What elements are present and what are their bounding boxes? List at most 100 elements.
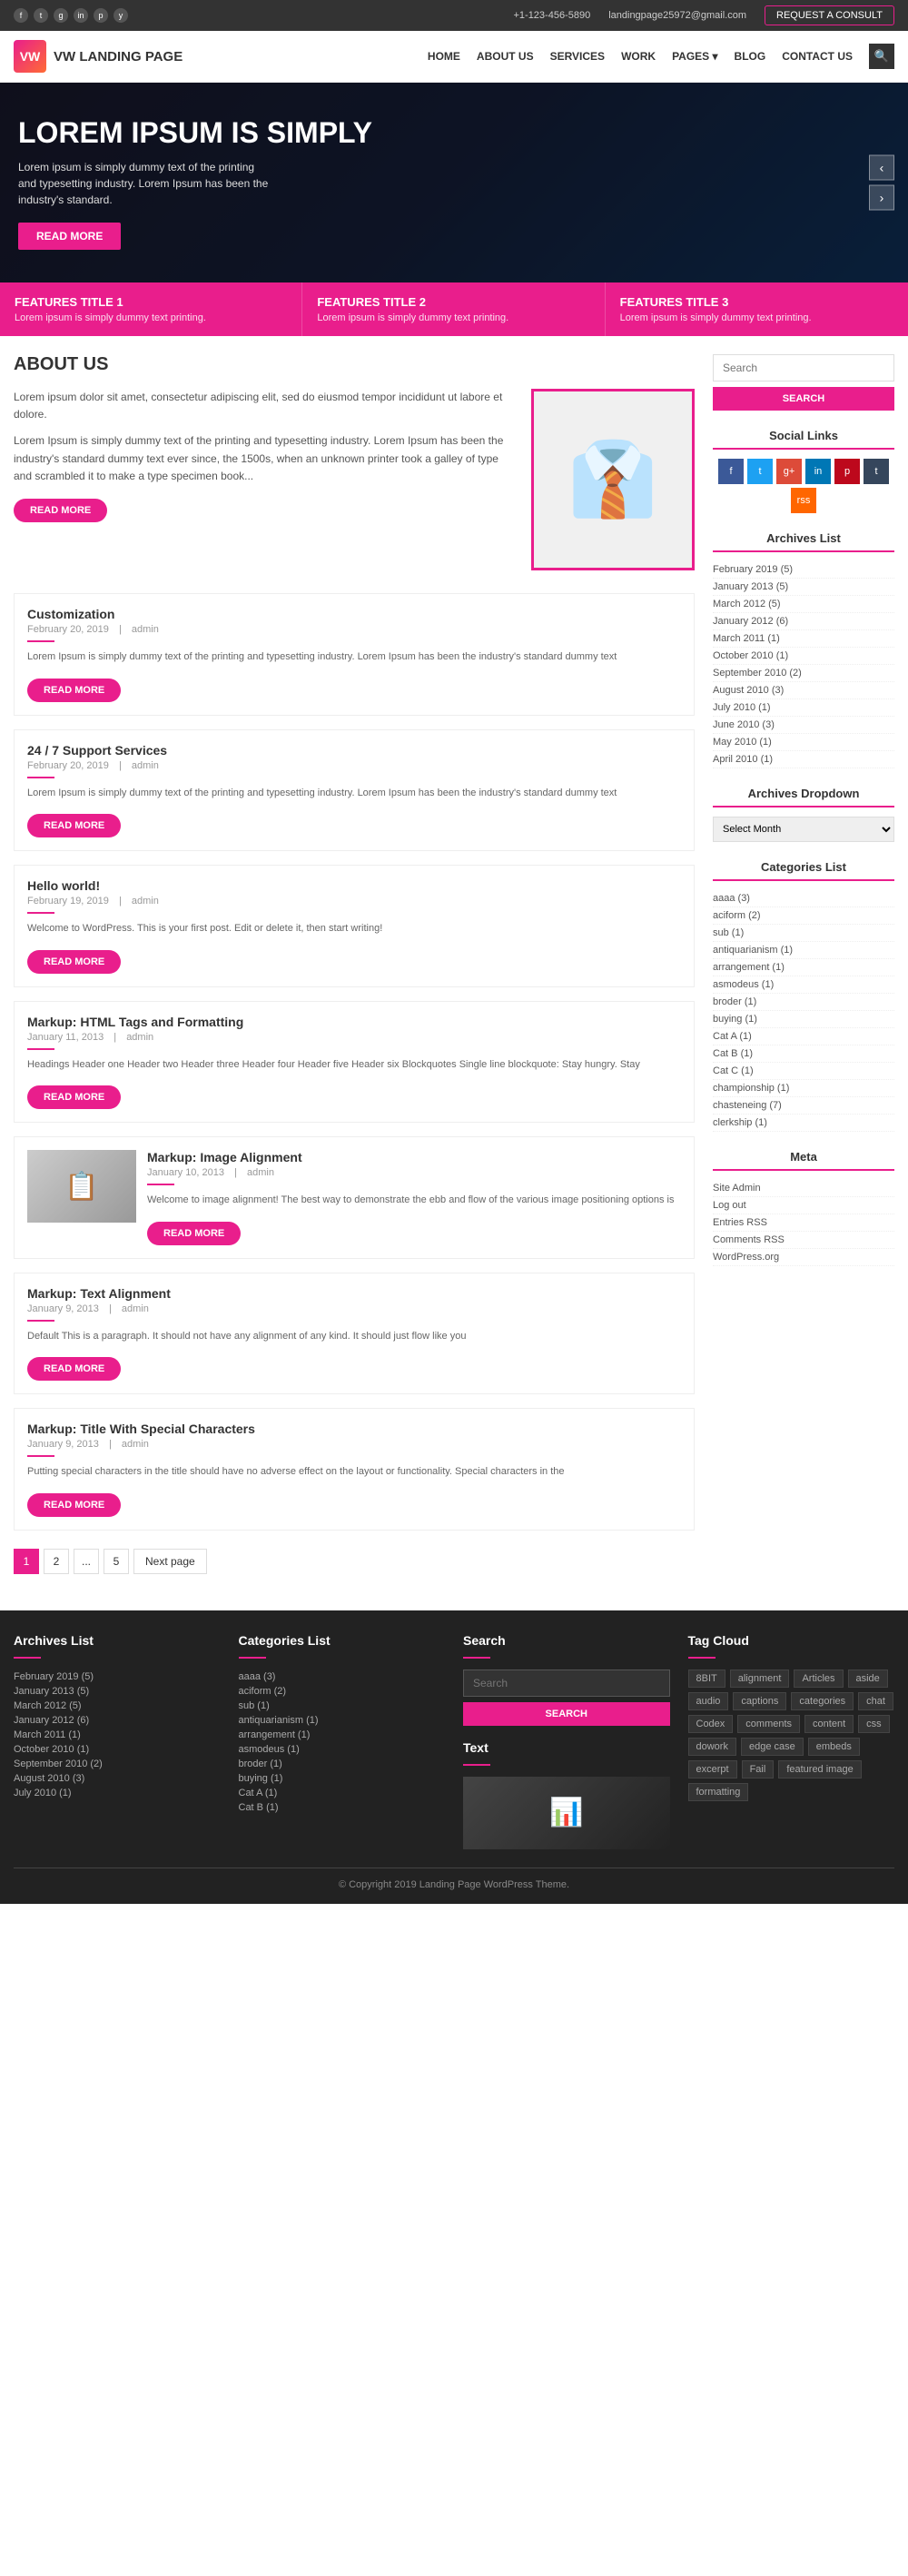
page-next-btn[interactable]: Next page [133, 1549, 207, 1574]
features-bar: FEATURES TITLE 1 Lorem ipsum is simply d… [0, 282, 908, 336]
sidebar-pinterest-icon[interactable]: p [834, 459, 860, 484]
sidebar-twitter-icon[interactable]: t [747, 459, 773, 484]
cat-link-5[interactable]: asmodeus (1) [713, 979, 774, 990]
archive-link-8[interactable]: July 2010 (1) [713, 702, 771, 713]
post-4-read-more[interactable]: READ MORE [27, 1085, 121, 1109]
archive-link-11[interactable]: April 2010 (1) [713, 754, 773, 765]
cat-link-12[interactable]: chasteneing (7) [713, 1100, 782, 1111]
sidebar-search-input[interactable] [713, 354, 894, 381]
cat-link-10[interactable]: Cat C (1) [713, 1065, 754, 1076]
request-consult-button[interactable]: REQUEST A CONSULT [765, 5, 894, 25]
cat-link-6[interactable]: broder (1) [713, 996, 756, 1007]
archive-link-9[interactable]: June 2010 (3) [713, 719, 775, 730]
nav-services[interactable]: SERVICES [550, 50, 605, 63]
meta-link-3[interactable]: Comments RSS [713, 1234, 785, 1245]
linkedin-icon-top[interactable]: in [74, 8, 88, 23]
cat-link-1[interactable]: aciform (2) [713, 910, 761, 921]
post-7-read-more[interactable]: READ MORE [27, 1493, 121, 1517]
cat-link-3[interactable]: antiquarianism (1) [713, 945, 793, 956]
sidebar-archives-dropdown-select[interactable]: Select Month [713, 817, 894, 842]
cat-link-11[interactable]: championship (1) [713, 1083, 789, 1094]
sidebar-rss-icon[interactable]: rss [791, 488, 816, 513]
page-1-btn[interactable]: 1 [14, 1549, 39, 1574]
hero-prev-arrow[interactable]: ‹ [869, 155, 894, 181]
nav-about[interactable]: ABOUT US [477, 50, 534, 63]
footer-search-button[interactable]: SEARCH [463, 1702, 670, 1726]
cat-link-13[interactable]: clerkship (1) [713, 1117, 767, 1128]
nav-home[interactable]: HOME [428, 50, 460, 63]
archive-link-3[interactable]: January 2012 (6) [713, 616, 788, 627]
tag-aside[interactable]: aside [848, 1669, 888, 1688]
post-5-read-more[interactable]: READ MORE [147, 1222, 241, 1245]
page-2-btn[interactable]: 2 [44, 1549, 69, 1574]
about-read-more-button[interactable]: READ MORE [14, 499, 107, 522]
post-2-read-more[interactable]: READ MORE [27, 814, 121, 837]
hero-next-arrow[interactable]: › [869, 185, 894, 211]
cat-link-2[interactable]: sub (1) [713, 927, 744, 938]
tag-css[interactable]: css [858, 1715, 890, 1733]
post-1-read-more[interactable]: READ MORE [27, 679, 121, 702]
meta-link-0[interactable]: Site Admin [713, 1183, 761, 1194]
sidebar-linkedin-icon[interactable]: in [805, 459, 831, 484]
tag-embeds[interactable]: embeds [808, 1738, 860, 1756]
meta-link-1[interactable]: Log out [713, 1200, 746, 1211]
nav-contact[interactable]: CONTACT US [782, 50, 853, 63]
cat-link-4[interactable]: arrangement (1) [713, 962, 785, 973]
cat-link-0[interactable]: aaaa (3) [713, 893, 750, 904]
post-5-image-placeholder: 📋 [27, 1150, 136, 1223]
tag-comments[interactable]: comments [737, 1715, 800, 1733]
tag-fail[interactable]: Fail [742, 1760, 775, 1778]
tag-alignment[interactable]: alignment [730, 1669, 790, 1688]
tag-articles[interactable]: Articles [794, 1669, 843, 1688]
archive-link-1[interactable]: January 2013 (5) [713, 581, 788, 592]
archive-link-6[interactable]: September 2010 (2) [713, 668, 802, 679]
tag-codex[interactable]: Codex [688, 1715, 734, 1733]
sidebar-google-icon[interactable]: g+ [776, 459, 802, 484]
post-6-date: January 9, 2013 [27, 1303, 99, 1314]
tag-dowork[interactable]: dowork [688, 1738, 736, 1756]
footer-archive-1: January 2013 (5) [14, 1684, 221, 1699]
tag-content[interactable]: content [804, 1715, 854, 1733]
nav-pages[interactable]: PAGES ▾ [672, 50, 717, 63]
sidebar-facebook-icon[interactable]: f [718, 459, 744, 484]
tag-chat[interactable]: chat [858, 1692, 893, 1710]
tag-featured-image[interactable]: featured image [778, 1760, 861, 1778]
tag-edge-case[interactable]: edge case [741, 1738, 804, 1756]
nav-blog[interactable]: BLOG [735, 50, 766, 63]
archive-link-0[interactable]: February 2019 (5) [713, 564, 793, 575]
footer-categories-list: aaaa (3) aciform (2) sub (1) antiquarian… [239, 1669, 446, 1815]
tag-audio[interactable]: audio [688, 1692, 729, 1710]
hero-read-more-button[interactable]: READ MORE [18, 223, 121, 250]
google-icon-top[interactable]: g [54, 8, 68, 23]
tag-excerpt[interactable]: excerpt [688, 1760, 737, 1778]
post-6-read-more[interactable]: READ MORE [27, 1357, 121, 1381]
archive-link-7[interactable]: August 2010 (3) [713, 685, 784, 696]
cat-link-9[interactable]: Cat B (1) [713, 1048, 753, 1059]
footer-search-widget: Search SEARCH Text 📊 [463, 1633, 670, 1849]
archive-link-2[interactable]: March 2012 (5) [713, 599, 781, 609]
nav-search-icon[interactable]: 🔍 [869, 44, 894, 69]
twitter-icon-top[interactable]: t [34, 8, 48, 23]
archive-link-10[interactable]: May 2010 (1) [713, 737, 772, 748]
sidebar-search-button[interactable]: SEARCH [713, 387, 894, 411]
archive-link-5[interactable]: October 2010 (1) [713, 650, 788, 661]
youtube-icon-top[interactable]: y [114, 8, 128, 23]
tag-formatting[interactable]: formatting [688, 1783, 749, 1801]
tag-captions[interactable]: captions [733, 1692, 786, 1710]
nav-work[interactable]: WORK [621, 50, 656, 63]
main-container: ABOUT US Lorem ipsum dolor sit amet, con… [0, 336, 908, 1610]
facebook-icon-top[interactable]: f [14, 8, 28, 23]
cat-link-8[interactable]: Cat A (1) [713, 1031, 752, 1042]
meta-link-2[interactable]: Entries RSS [713, 1217, 767, 1228]
footer-search-input[interactable] [463, 1669, 670, 1697]
cat-link-7[interactable]: buying (1) [713, 1014, 757, 1025]
pinterest-icon-top[interactable]: p [94, 8, 108, 23]
archive-link-4[interactable]: March 2011 (1) [713, 633, 780, 644]
sidebar-tumblr-icon[interactable]: t [864, 459, 889, 484]
sidebar-meta-widget: Meta Site Admin Log out Entries RSS Comm… [713, 1150, 894, 1266]
meta-link-4[interactable]: WordPress.org [713, 1252, 779, 1263]
post-3-read-more[interactable]: READ MORE [27, 950, 121, 974]
page-5-btn[interactable]: 5 [104, 1549, 129, 1574]
tag-categories[interactable]: categories [791, 1692, 854, 1710]
tag-8bit[interactable]: 8BIT [688, 1669, 725, 1688]
